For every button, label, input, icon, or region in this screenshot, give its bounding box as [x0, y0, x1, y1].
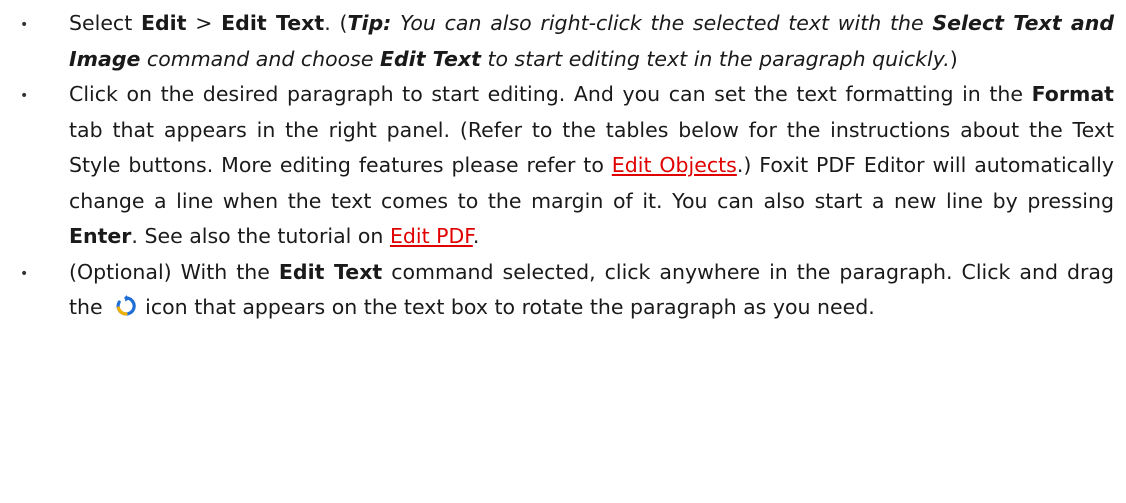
- bold-edit-text: Edit Text: [221, 11, 325, 35]
- text: .: [472, 224, 480, 248]
- list-item-click-paragraph: • Click on the desired paragraph to star…: [0, 77, 1126, 255]
- rotate-icon: [115, 293, 137, 316]
- text: Select: [69, 11, 141, 35]
- bold-edit: Edit: [140, 11, 187, 35]
- text: Click on the desired paragraph to start …: [69, 82, 1032, 106]
- text: . See also the tutorial on: [131, 224, 390, 248]
- tip-text: to start editing text in the paragraph q…: [480, 46, 950, 71]
- bullet: •: [20, 265, 29, 282]
- bold-edit-text: Edit Text: [380, 46, 481, 71]
- text: icon that appears on the text box to rot…: [145, 295, 875, 319]
- text: ): [949, 46, 958, 71]
- tip-label: Tip:: [347, 11, 392, 35]
- bullet: •: [20, 88, 29, 104]
- text: >: [186, 11, 222, 35]
- text: . (: [324, 11, 348, 35]
- list-item-select-edit-text: • Select Edit > Edit Text. (Tip: You can…: [0, 6, 1126, 77]
- list-item-rotate-paragraph: • (Optional) With the Edit Text command …: [0, 255, 1126, 326]
- bold-format: Format: [1031, 82, 1114, 106]
- instruction-list: • Select Edit > Edit Text. (Tip: You can…: [0, 6, 1126, 326]
- bullet: •: [20, 17, 29, 33]
- text: (Optional) With the: [69, 259, 279, 284]
- edit-objects-link[interactable]: Edit Objects: [612, 153, 737, 177]
- edit-pdf-link[interactable]: Edit PDF: [390, 224, 473, 248]
- bold-edit-text: Edit Text: [278, 259, 383, 284]
- bold-enter: Enter: [69, 224, 132, 248]
- help-document: • Select Edit > Edit Text. (Tip: You can…: [0, 6, 1126, 503]
- tip-text: You can also right-click the selected te…: [391, 11, 933, 35]
- tip-text: command and choose: [140, 46, 380, 71]
